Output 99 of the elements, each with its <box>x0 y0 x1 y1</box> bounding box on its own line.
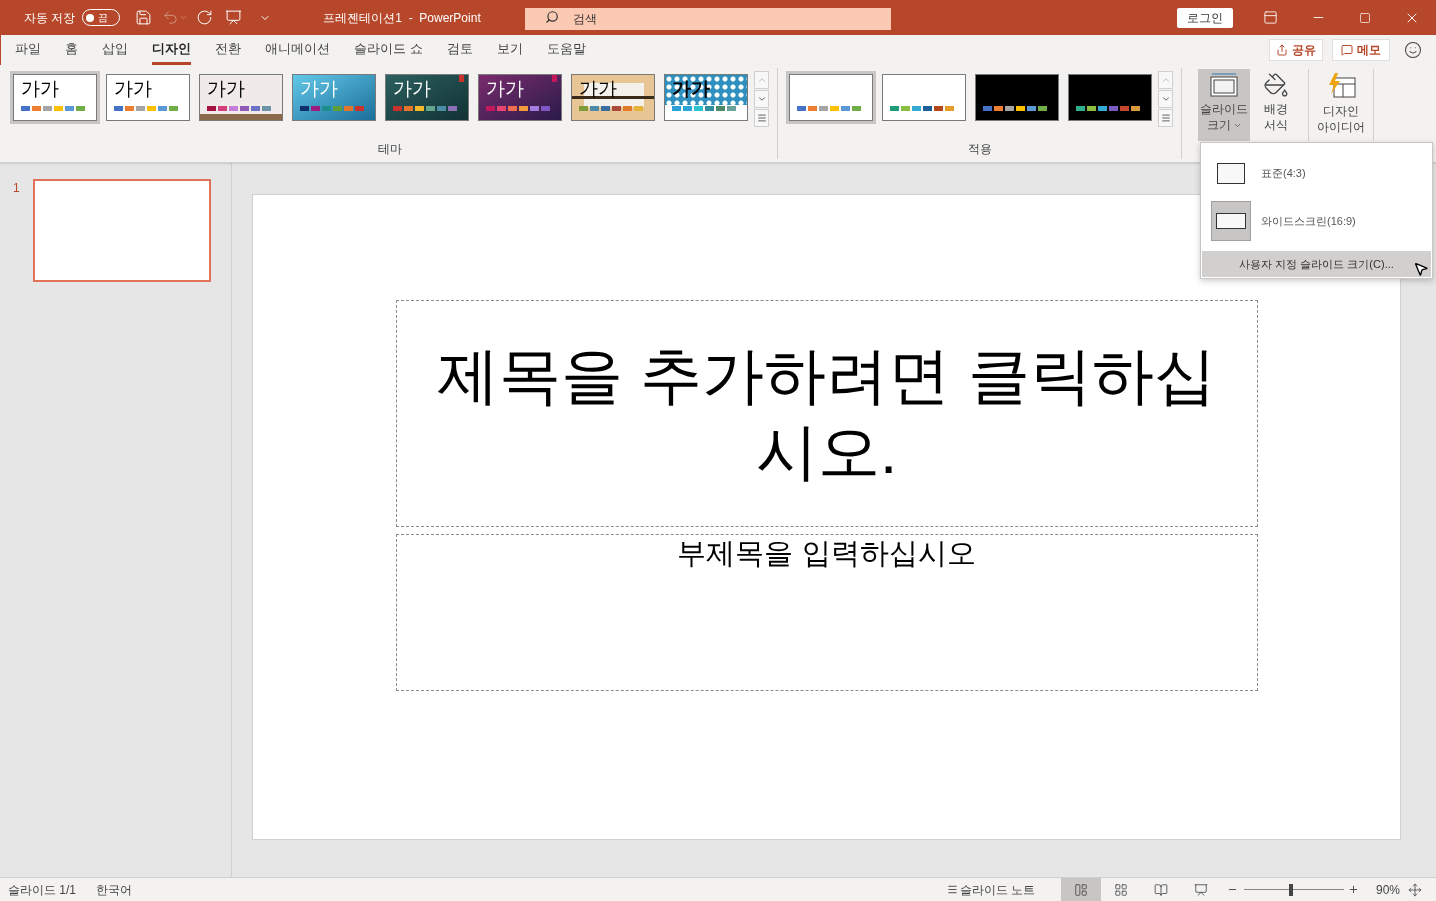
color-swatches-drawing <box>300 106 364 111</box>
variant-thumbnail[interactable] <box>972 71 1062 124</box>
corner-accent <box>552 75 557 82</box>
notes-button[interactable]: 슬라이드 노트 <box>946 880 1035 899</box>
variant-thumbnail[interactable] <box>879 71 969 124</box>
color-swatches-drawing <box>797 106 861 111</box>
slide-shape-icon <box>1217 162 1245 184</box>
color-swatches-drawing <box>393 106 457 111</box>
normal-view-icon <box>1073 882 1088 897</box>
chevron-down-icon <box>1160 94 1171 104</box>
slide-thumbnail[interactable] <box>33 179 211 282</box>
view-button[interactable] <box>1060 877 1101 901</box>
slide-size-icon <box>1209 72 1239 98</box>
ribbon-tab[interactable]: 파일 <box>15 35 41 65</box>
autosave-label: 자동 저장 <box>24 9 76 27</box>
ribbon-tab[interactable]: 애니메이션 <box>265 35 330 65</box>
chevron-up-icon <box>1160 75 1171 85</box>
theme-sample-text: 가가 <box>672 77 710 101</box>
ribbon-button[interactable]: 슬라이드 크기 <box>1198 69 1250 141</box>
ribbon-tab[interactable]: 검토 <box>446 35 473 65</box>
grid-view-icon <box>1113 882 1128 897</box>
more-button[interactable] <box>754 109 769 127</box>
theme-sample-text: 가가 <box>486 77 524 101</box>
ribbon-tab[interactable]: 보기 <box>496 35 523 65</box>
expand-gallery-icon <box>1160 113 1171 123</box>
title-placeholder-text: 제목을 추가하려면 클릭하십시오. <box>436 339 1217 488</box>
theme-thumbnail[interactable]: 가가 <box>568 71 658 124</box>
color-swatches-drawing <box>983 106 1047 111</box>
variant-thumbnail[interactable] <box>1065 71 1155 124</box>
theme-thumbnail[interactable]: 가가 <box>661 71 751 124</box>
theme-sample-text: 가가 <box>579 77 617 101</box>
group-label: 적용 <box>967 141 992 158</box>
slide-counter: 슬라이드 1/1 <box>8 881 76 899</box>
title-placeholder[interactable]: 제목을 추가하려면 클릭하십시오. <box>395 300 1258 527</box>
menu-item[interactable]: 표준(4:3) <box>1201 149 1432 197</box>
group-label: 테마 <box>377 141 402 158</box>
color-swatches-drawing <box>486 106 550 111</box>
ribbon-tab[interactable]: 도움말 <box>546 35 586 65</box>
language-status: 한국어 <box>96 881 132 899</box>
undo-icon <box>162 9 180 26</box>
fit-to-window-icon[interactable] <box>1408 882 1422 897</box>
theme-thumbnail[interactable]: 가가 <box>103 71 193 124</box>
share-icon <box>1276 44 1288 56</box>
maximize-icon[interactable] <box>1359 11 1371 24</box>
color-swatches-drawing <box>672 106 736 111</box>
color-swatches-drawing <box>1076 106 1140 111</box>
smiley-icon[interactable] <box>1404 41 1422 59</box>
theme-sample-text: 가가 <box>207 77 245 101</box>
chevron-down-icon <box>756 94 767 104</box>
ribbon-button[interactable]: 디자인 아이디어 <box>1308 69 1374 141</box>
notes-icon <box>946 884 958 895</box>
zoom-percent[interactable]: 90% <box>1375 880 1400 899</box>
chevron-up-icon <box>756 75 767 85</box>
ribbon-tab[interactable]: 전환 <box>215 35 241 65</box>
ribbon-button[interactable]: 배경 서식 <box>1250 69 1302 141</box>
theme-thumbnail[interactable]: 가가 <box>10 71 100 124</box>
theme-thumbnail[interactable]: 가가 <box>475 71 565 124</box>
search-field[interactable]: 검색 <box>524 7 891 30</box>
color-swatches-drawing <box>207 106 271 111</box>
variant-thumbnail[interactable] <box>786 71 876 124</box>
corner-accent <box>459 75 464 82</box>
subtitle-placeholder-text: 부제목을 입력하십시오 <box>677 536 976 571</box>
comment-icon <box>1341 44 1353 56</box>
window-title: 프레젠테이션1 - PowerPoint <box>323 9 481 27</box>
save-icon[interactable] <box>135 9 153 26</box>
paint-bucket-icon <box>1263 72 1289 98</box>
reading-view-icon <box>1153 882 1168 897</box>
ribbon-tab[interactable]: 홈 <box>65 35 78 65</box>
ribbon-display-icon[interactable] <box>1263 10 1278 25</box>
color-swatches-drawing <box>890 106 954 111</box>
theme-sample-text: 가가 <box>300 77 338 101</box>
theme-sample-text: 가가 <box>393 77 431 101</box>
comments-button[interactable]: 메모 <box>1332 39 1390 61</box>
theme-sample-text: 가가 <box>114 77 152 101</box>
expand-gallery-icon <box>756 113 767 123</box>
color-swatches-drawing <box>21 106 85 111</box>
subtitle-placeholder[interactable]: 부제목을 입력하십시오 <box>395 534 1258 691</box>
theme-sample-text: 가가 <box>21 77 59 101</box>
more-button[interactable] <box>1158 109 1173 127</box>
menu-item[interactable]: 와이드스크린(16:9) <box>1201 197 1432 245</box>
custom-size-menu-item[interactable]: 사용자 지정 슬라이드 크기(C)... <box>1202 251 1431 277</box>
ribbon-tab[interactable]: 삽입 <box>102 35 128 65</box>
slideshow-icon <box>1193 882 1208 897</box>
share-button[interactable]: 공유 <box>1269 39 1323 61</box>
slide-number: 1 <box>13 180 21 197</box>
color-swatches-drawing <box>579 106 643 111</box>
ribbon-tab[interactable]: 슬라이드 쇼 <box>354 35 423 65</box>
zoom-in-icon[interactable] <box>1347 884 1359 895</box>
login-button[interactable]: 로그인 <box>1177 7 1233 28</box>
redo-icon[interactable] <box>196 9 214 26</box>
zoom-thumb[interactable] <box>1288 883 1293 896</box>
color-swatches-drawing <box>114 106 178 111</box>
slide-shape-icon <box>1216 213 1246 229</box>
search-icon <box>544 9 559 24</box>
theme-thumbnail[interactable]: 가가 <box>382 71 472 124</box>
slideshow-icon[interactable] <box>225 9 243 26</box>
caret-icon <box>179 13 189 22</box>
zoom-slider[interactable] <box>1243 883 1344 896</box>
theme-thumbnail[interactable]: 가가 <box>196 71 286 124</box>
